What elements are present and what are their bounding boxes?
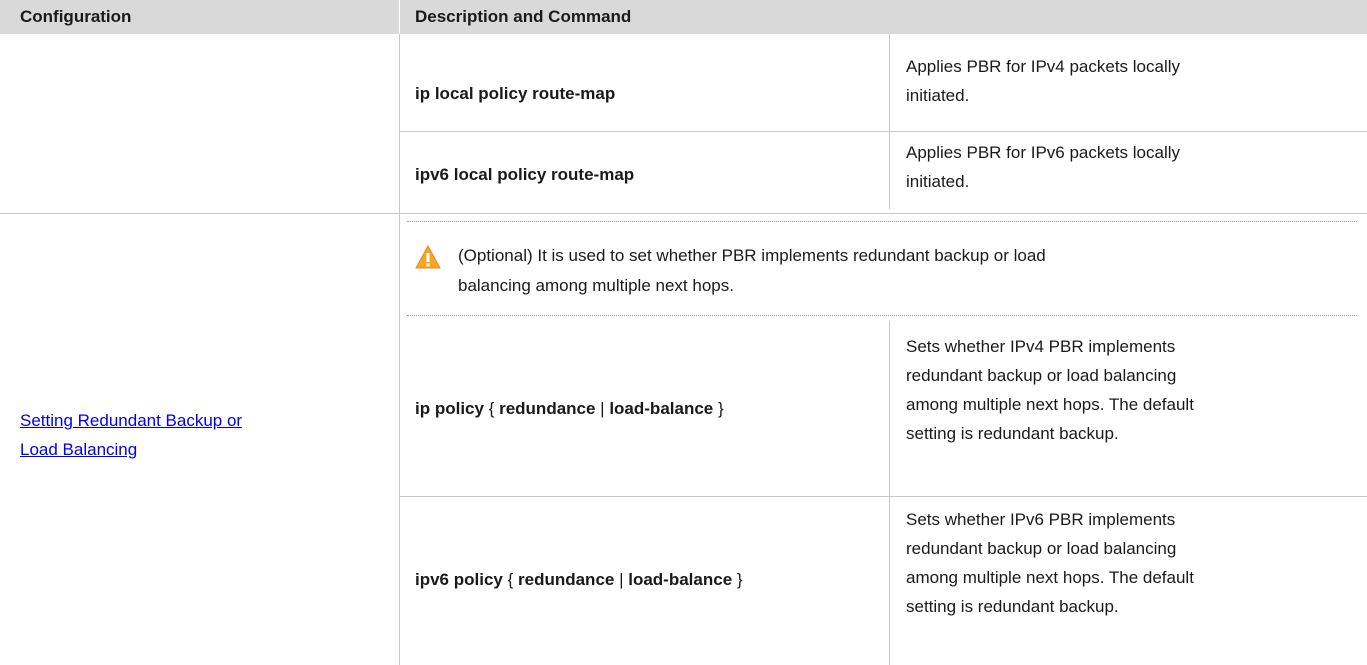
description-ipv4-policy: Sets whether IPv4 PBR implements redunda… xyxy=(906,337,1194,443)
optional-note: (Optional) It is used to set whether PBR… xyxy=(458,246,1046,295)
document-page: Configuration Description and Command ip… xyxy=(0,0,1367,665)
link-setting-redundant-backup[interactable]: Setting Redundant Backup or Load Balanci… xyxy=(20,406,360,464)
header-separator xyxy=(399,0,400,34)
column-divider-config xyxy=(399,34,400,665)
command-ip-local-policy: ip local policy route-map xyxy=(415,84,616,103)
row-divider-main xyxy=(0,213,1367,214)
row-divider-cmd3 xyxy=(399,496,1367,497)
command-ipv6-policy: ipv6 policy { redundance | load-balance … xyxy=(415,570,743,589)
header-description: Description and Command xyxy=(415,7,632,26)
command-ip-policy: ip policy { redundance | load-balance } xyxy=(415,399,724,418)
command-ipv6-local-policy: ipv6 local policy route-map xyxy=(415,165,635,184)
description-ipv6-local: Applies PBR for IPv6 packets locally ini… xyxy=(906,143,1181,191)
table-header: Configuration Description and Command xyxy=(0,0,1367,34)
row-divider-cmd1 xyxy=(399,131,1367,132)
column-divider-command-row1 xyxy=(889,34,890,209)
column-divider-command-row2 xyxy=(889,321,890,665)
description-ipv4-local: Applies PBR for IPv4 packets locally ini… xyxy=(906,57,1181,105)
note-dotted-bottom xyxy=(407,315,1357,316)
warning-icon xyxy=(415,244,441,270)
description-ipv6-policy: Sets whether IPv6 PBR implements redunda… xyxy=(906,510,1194,616)
note-dotted-top xyxy=(407,221,1357,222)
header-configuration: Configuration xyxy=(20,7,132,26)
